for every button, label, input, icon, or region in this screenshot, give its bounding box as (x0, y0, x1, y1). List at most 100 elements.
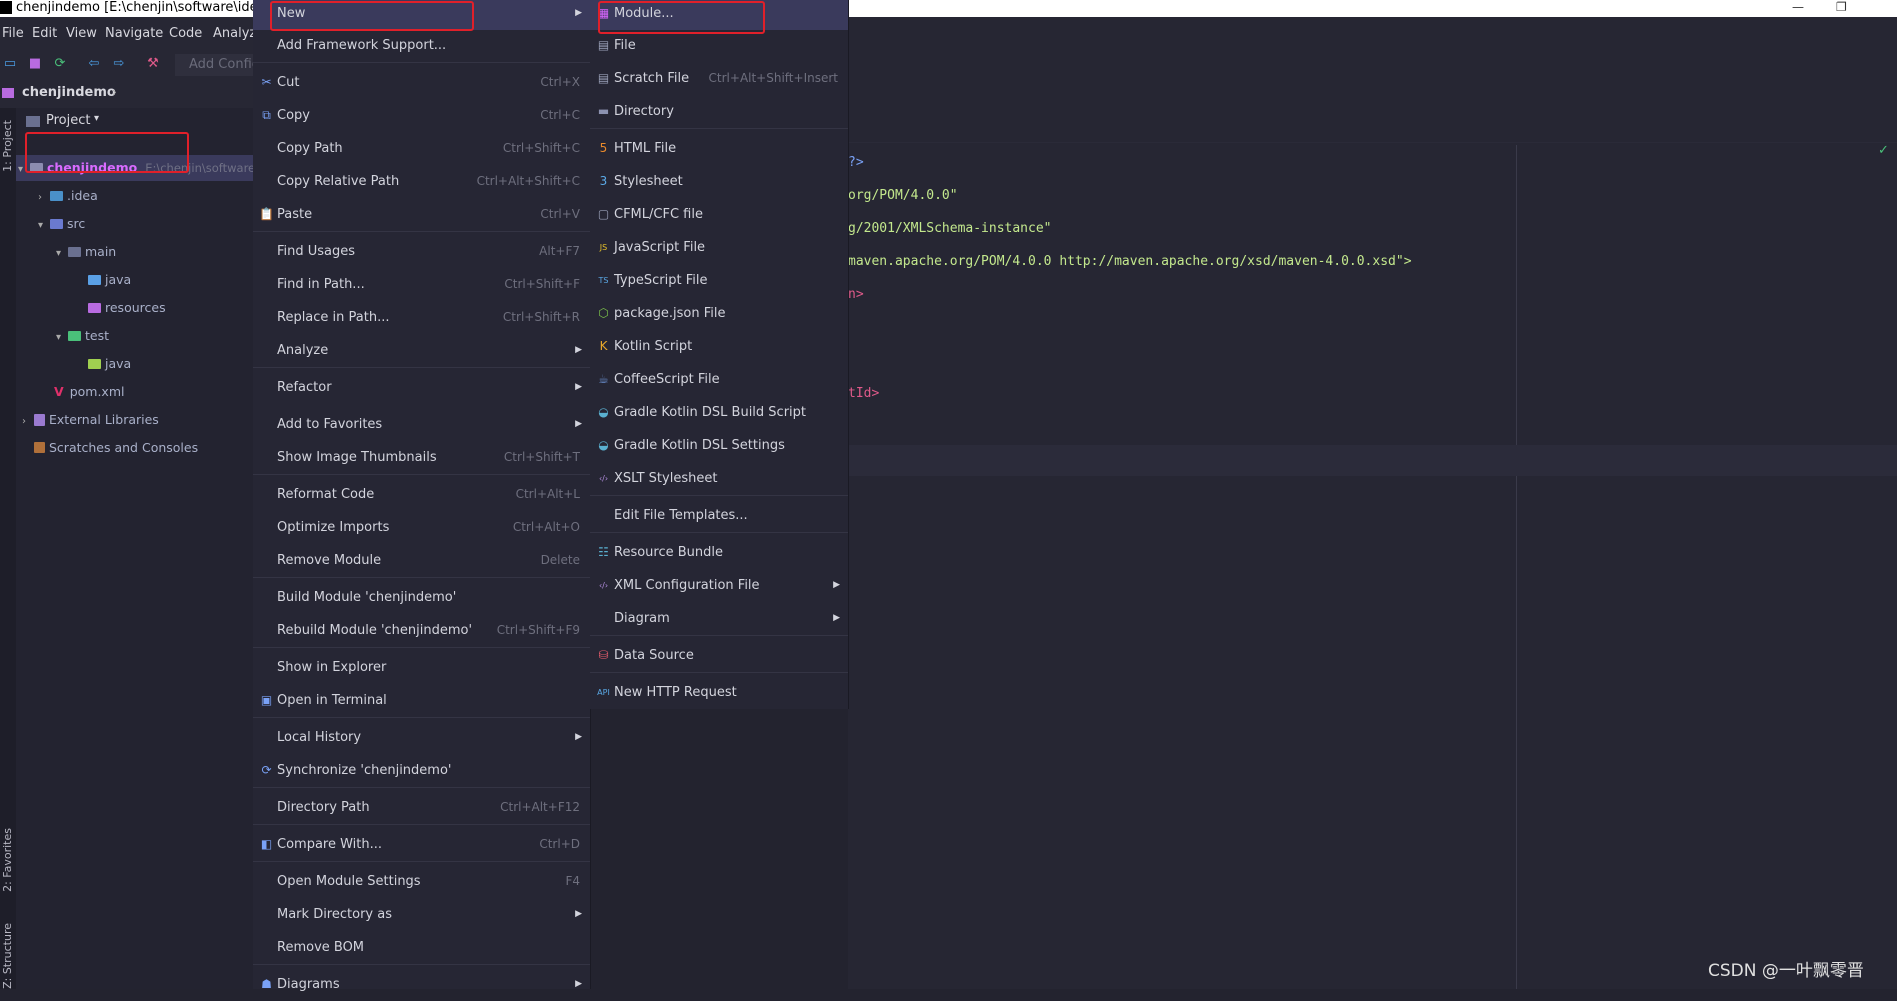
menu-item-cfml-cfc-file[interactable]: ▢ CFML/CFC file (590, 198, 848, 231)
menu-item-shortcut: Ctrl+Shift+T (503, 450, 580, 464)
menu-item-html-file[interactable]: 5 HTML File (590, 132, 848, 165)
menu-item-remove-module[interactable]: Remove Module Delete (253, 544, 590, 577)
menu-item-open-in-terminal[interactable]: ▣ Open in Terminal (253, 684, 590, 717)
menu-item-gradle-kotlin-dsl-build-script[interactable]: ◒ Gradle Kotlin DSL Build Script (590, 396, 848, 429)
menu-item-typescript-file[interactable]: TS TypeScript File (590, 264, 848, 297)
menu-item-compare-with[interactable]: ◧ Compare With... Ctrl+D (253, 828, 590, 861)
menu-item-directory[interactable]: ▬ Directory (590, 95, 848, 128)
menu-item-kotlin-script[interactable]: K Kotlin Script (590, 330, 848, 363)
code-line[interactable]: n> (848, 287, 864, 302)
menu-item-diagrams[interactable]: ☗ Diagrams ▶ (253, 968, 590, 1001)
menu-item-javascript-file[interactable]: JS JavaScript File (590, 231, 848, 264)
menu-item-data-source[interactable]: ⛁ Data Source (590, 639, 848, 672)
favorites-tool-tab[interactable]: 2: Favorites (1, 828, 14, 892)
menu-bar: File Edit View Navigate Code Analyze (0, 17, 264, 50)
back-icon[interactable]: ⇦ (86, 56, 102, 72)
tree-item-idea[interactable]: › .idea (16, 183, 253, 209)
forward-icon[interactable]: ⇨ (111, 56, 127, 72)
maximize-button[interactable]: ❐ (1836, 0, 1847, 14)
menu-item-show-in-explorer[interactable]: Show in Explorer (253, 651, 590, 684)
tree-item-test-java[interactable]: java (16, 351, 253, 377)
minimize-button[interactable]: — (1792, 0, 1804, 14)
menu-separator (253, 474, 590, 475)
code-line[interactable]: org/POM/4.0.0" (848, 188, 958, 203)
tree-item-label: External Libraries (49, 412, 159, 427)
menu-item-paste[interactable]: 📋 Paste Ctrl+V (253, 198, 590, 231)
menu-item-open-module-settings[interactable]: Open Module Settings F4 (253, 865, 590, 898)
menu-item-label: Kotlin Script (614, 339, 693, 354)
menu-item-gradle-kotlin-dsl-settings[interactable]: ◒ Gradle Kotlin DSL Settings (590, 429, 848, 462)
menu-item-xslt-stylesheet[interactable]: ‹/› XSLT Stylesheet (590, 462, 848, 495)
menu-item-scratch-file[interactable]: ▤ Scratch File Ctrl+Alt+Shift+Insert (590, 62, 848, 95)
menu-item-diagram[interactable]: Diagram ▶ (590, 602, 848, 635)
menu-navigate[interactable]: Navigate (105, 26, 163, 41)
menu-item-coffeescript-file[interactable]: ☕ CoffeeScript File (590, 363, 848, 396)
menu-item-mark-directory-as[interactable]: Mark Directory as ▶ (253, 898, 590, 931)
code-line[interactable]: tId> (848, 386, 879, 401)
menu-item-add-framework-support[interactable]: Add Framework Support... (253, 29, 590, 62)
project-tool-tab[interactable]: 1: Project (1, 120, 14, 172)
maven-icon: V (54, 384, 64, 399)
menu-item-rebuild-module-chenjindemo[interactable]: Rebuild Module 'chenjindemo' Ctrl+Shift+F… (253, 614, 590, 647)
kotlin-script-icon: K (599, 339, 608, 353)
menu-file[interactable]: File (2, 26, 24, 41)
menu-item-analyze[interactable]: Analyze ▶ (253, 334, 590, 367)
sync-icon[interactable]: ⟳ (52, 56, 68, 72)
menu-item-label: Directory Path (277, 800, 370, 815)
tree-item-resources[interactable]: resources (16, 295, 253, 321)
menu-item-cut[interactable]: ✂ Cut Ctrl+X (253, 66, 590, 99)
tree-item-src[interactable]: ▾ src (16, 211, 253, 237)
menu-item-find-in-path[interactable]: Find in Path... Ctrl+Shift+F (253, 268, 590, 301)
menu-item-label: Cut (277, 75, 300, 90)
menu-item-xml-configuration-file[interactable]: ‹/› XML Configuration File ▶ (590, 569, 848, 602)
save-icon[interactable]: ■ (27, 56, 43, 72)
tree-item-main[interactable]: ▾ main (16, 239, 253, 265)
menu-item-optimize-imports[interactable]: Optimize Imports Ctrl+Alt+O (253, 511, 590, 544)
build-hammer-icon[interactable]: ⚒ (145, 56, 161, 72)
folder-icon (50, 218, 63, 229)
menu-item-directory-path[interactable]: Directory Path Ctrl+Alt+F12 (253, 791, 590, 824)
project-view-selector[interactable]: Project (46, 113, 90, 128)
menu-item-replace-in-path[interactable]: Replace in Path... Ctrl+Shift+R (253, 301, 590, 334)
menu-item-reformat-code[interactable]: Reformat Code Ctrl+Alt+L (253, 478, 590, 511)
tree-item-test[interactable]: ▾ test (16, 323, 253, 349)
menu-item-stylesheet[interactable]: 3 Stylesheet (590, 165, 848, 198)
project-view-icon (26, 116, 40, 127)
chevron-down-icon[interactable]: ▾ (94, 113, 99, 124)
menu-edit[interactable]: Edit (32, 26, 57, 41)
code-line[interactable]: ?> (848, 155, 864, 170)
tree-item-external-libraries[interactable]: › External Libraries (16, 407, 253, 433)
menu-item-local-history[interactable]: Local History ▶ (253, 721, 590, 754)
menu-item-add-to-favorites[interactable]: Add to Favorites ▶ (253, 408, 590, 441)
menu-item-label: Paste (277, 207, 313, 222)
open-folder-icon[interactable]: ▭ (2, 56, 18, 72)
menu-item-shortcut: Delete (540, 553, 580, 567)
resource-bundle-icon: ☷ (598, 545, 609, 559)
structure-tool-tab[interactable]: Z: Structure (1, 923, 14, 989)
tree-item-main-java[interactable]: java (16, 267, 253, 293)
menu-item-edit-file-templates[interactable]: Edit File Templates... (590, 499, 848, 532)
menu-item-shortcut: Ctrl+Shift+F9 (496, 623, 580, 637)
menu-item-build-module-chenjindemo[interactable]: Build Module 'chenjindemo' (253, 581, 590, 614)
menu-item-copy[interactable]: ⧉ Copy Ctrl+C (253, 99, 590, 132)
menu-item-new-http-request[interactable]: API New HTTP Request (590, 676, 848, 709)
menu-code[interactable]: Code (169, 26, 202, 41)
javascript-file-icon: JS (599, 243, 608, 252)
menu-item-refactor[interactable]: Refactor ▶ (253, 371, 590, 404)
breadcrumb: chenjindemo › (0, 80, 253, 108)
menu-item-copy-relative-path[interactable]: Copy Relative Path Ctrl+Alt+Shift+C (253, 165, 590, 198)
menu-view[interactable]: View (66, 26, 97, 41)
breadcrumb-project[interactable]: chenjindemo (22, 85, 116, 100)
menu-item-resource-bundle[interactable]: ☷ Resource Bundle (590, 536, 848, 569)
code-line[interactable]: g/2001/XMLSchema-instance" (848, 221, 1052, 236)
code-line[interactable]: maven.apache.org/POM/4.0.0 http://maven.… (848, 254, 1412, 269)
tree-item-pom[interactable]: Vpom.xml (16, 379, 253, 405)
menu-item-copy-path[interactable]: Copy Path Ctrl+Shift+C (253, 132, 590, 165)
menu-item-show-image-thumbnails[interactable]: Show Image Thumbnails Ctrl+Shift+T (253, 441, 590, 474)
tree-item-scratches[interactable]: Scratches and Consoles (16, 435, 253, 461)
menu-item-remove-bom[interactable]: Remove BOM (253, 931, 590, 964)
menu-item-find-usages[interactable]: Find Usages Alt+F7 (253, 235, 590, 268)
menu-item-synchronize-chenjindemo[interactable]: ⟳ Synchronize 'chenjindemo' (253, 754, 590, 787)
menu-item-package-json-file[interactable]: ⬡ package.json File (590, 297, 848, 330)
inspection-ok-icon[interactable]: ✓ (1878, 143, 1889, 158)
